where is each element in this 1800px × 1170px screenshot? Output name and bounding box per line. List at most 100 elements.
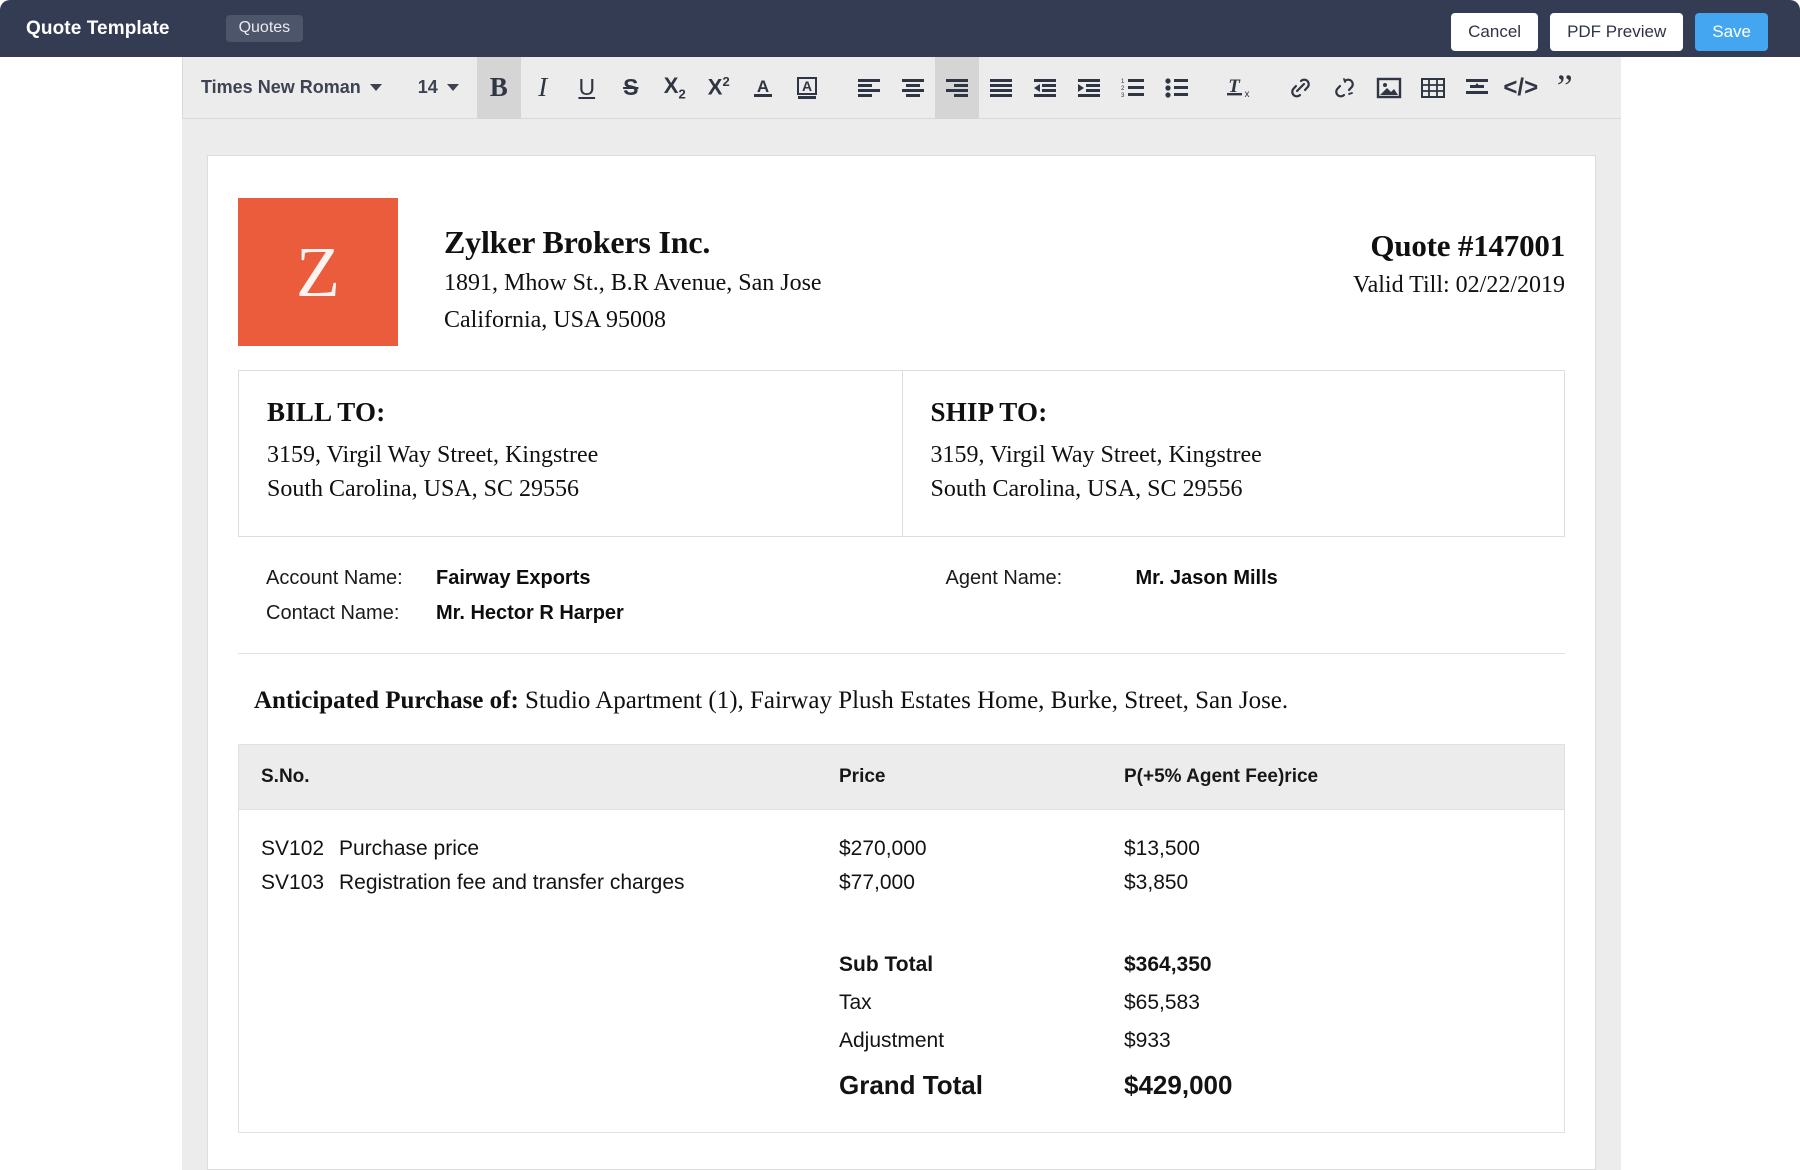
bulleted-list-icon — [1165, 77, 1188, 98]
align-justify-icon — [989, 78, 1012, 97]
contact-name-label: Contact Name: — [266, 602, 400, 625]
strikethrough-button[interactable]: S — [609, 57, 653, 119]
source-code-button[interactable]: </> — [1499, 57, 1543, 119]
save-button[interactable]: Save — [1695, 13, 1768, 51]
subscript-icon: X2 — [663, 73, 686, 102]
quote-icon: ” — [1556, 66, 1573, 107]
party-fields-left: Account Name: Fairway Exports Contact Na… — [238, 567, 902, 625]
bill-to-title: BILL TO: — [267, 397, 386, 427]
company-address-line-1: 1891, Mhow St., B.R Avenue, San Jose — [444, 269, 822, 296]
subscript-button[interactable]: X2 — [653, 57, 697, 119]
font-size-select[interactable]: 14 — [400, 57, 477, 119]
bold-button[interactable]: B — [476, 56, 521, 119]
blockquote-button[interactable]: ” — [1543, 57, 1587, 119]
header-sno: S.No. — [261, 765, 310, 787]
company-address-line-2: California, USA 95008 — [444, 307, 666, 334]
svg-text:A: A — [802, 78, 812, 94]
total-row-adjustment: Adjustment $933 — [239, 1022, 1564, 1060]
agent-name-value: Mr. Jason Mills — [1135, 567, 1278, 590]
numbered-list-button[interactable]: 1 2 3 — [1111, 57, 1155, 119]
chevron-down-icon — [369, 84, 382, 91]
line-height-icon — [1465, 78, 1488, 94]
totals-spacer — [239, 1029, 839, 1053]
module-chip-quotes[interactable]: Quotes — [225, 15, 304, 42]
cell-description: Purchase price — [339, 836, 480, 860]
app-root: Quote Template Quotes Cancel PDF Preview… — [0, 0, 1800, 1170]
font-family-select[interactable]: Times New Roman — [183, 57, 400, 119]
ship-to-line-2: South Carolina, USA, SC 29556 — [930, 476, 1243, 503]
totals-spacer — [239, 953, 839, 977]
insert-link-button[interactable] — [1279, 57, 1323, 119]
bulleted-list-button[interactable] — [1155, 57, 1199, 119]
indent-icon — [1077, 78, 1100, 97]
document-header: Z Zylker Brokers Inc. 1891, Mhow St., B.… — [238, 198, 1565, 346]
align-right-button[interactable] — [934, 56, 979, 119]
company-logo: Z — [238, 198, 398, 346]
indent-button[interactable] — [1067, 57, 1111, 119]
underline-button[interactable]: U — [565, 57, 609, 119]
insert-table-button[interactable] — [1411, 57, 1455, 119]
svg-text:x: x — [1244, 89, 1249, 100]
logo-letter: Z — [296, 232, 340, 312]
underline-icon: U — [578, 74, 596, 100]
svg-text:2: 2 — [1121, 86, 1125, 92]
chevron-down-icon — [446, 84, 459, 91]
items-table: S.No. Price P(+5% Agent Fee)rice SV102 P… — [238, 743, 1565, 1133]
highlight-color-button[interactable]: A — [785, 57, 829, 119]
account-name-label: Account Name: — [266, 567, 403, 590]
anticipated-purchase-label: Anticipated Purchase of: — [254, 687, 519, 715]
align-left-icon — [857, 78, 880, 97]
insert-image-button[interactable] — [1367, 57, 1411, 119]
line-height-button[interactable] — [1455, 57, 1499, 119]
items-table-body: SV102 Purchase price $270,000 $13,500 SV… — [239, 810, 1564, 1132]
italic-icon: I — [538, 72, 548, 102]
total-row-grand-total: Grand Total $429,000 — [239, 1060, 1564, 1108]
header-price: Price — [839, 765, 886, 787]
pdf-preview-button[interactable]: PDF Preview — [1550, 13, 1684, 51]
superscript-button[interactable]: X2 — [697, 57, 741, 119]
align-center-button[interactable] — [891, 57, 935, 119]
sub-total-value: $364,350 — [1124, 952, 1212, 976]
editor-canvas: Z Zylker Brokers Inc. 1891, Mhow St., B.… — [182, 119, 1621, 1170]
header-fee-price: P(+5% Agent Fee)rice — [1124, 765, 1319, 787]
cell-price: $270,000 — [839, 836, 927, 860]
numbered-list-icon: 1 2 3 — [1121, 78, 1144, 98]
clear-formatting-button[interactable]: T x — [1217, 57, 1261, 119]
agent-name-field: Agent Name: Mr. Jason Mills — [946, 567, 1566, 590]
strikethrough-icon: S — [623, 74, 639, 100]
align-center-icon — [901, 78, 924, 97]
sub-total-label: Sub Total — [839, 952, 934, 976]
outdent-button[interactable] — [1023, 57, 1067, 119]
align-justify-button[interactable] — [979, 57, 1023, 119]
text-color-button[interactable]: A — [741, 57, 785, 119]
ship-to-block: SHIP TO: 3159, Virgil Way Street, Kingst… — [901, 371, 1565, 537]
cell-price: $77,000 — [839, 870, 915, 894]
cell-fee-price: $3,850 — [1124, 870, 1189, 894]
items-table-header: S.No. Price P(+5% Agent Fee)rice — [239, 743, 1564, 810]
cell-description: Registration fee and transfer charges — [339, 870, 685, 894]
top-bar: Quote Template Quotes Cancel PDF Preview… — [0, 0, 1800, 57]
party-fields: Account Name: Fairway Exports Contact Na… — [238, 537, 1566, 655]
editor-toolbar: Times New Roman 14 B I U S X2 X2 A A 1 2… — [182, 56, 1621, 119]
outdent-icon — [1033, 78, 1056, 97]
ship-to-title: SHIP TO: — [930, 397, 1048, 427]
align-left-button[interactable] — [847, 57, 891, 119]
tax-value: $65,583 — [1124, 990, 1200, 1014]
total-row-tax: Tax $65,583 — [239, 984, 1564, 1022]
quote-document: Z Zylker Brokers Inc. 1891, Mhow St., B.… — [238, 198, 1565, 1133]
bold-icon: B — [489, 72, 508, 102]
font-size-value: 14 — [417, 77, 438, 97]
image-icon — [1376, 77, 1401, 98]
table-icon — [1420, 77, 1445, 98]
anticipated-purchase: Anticipated Purchase of: Studio Apartmen… — [238, 654, 1565, 744]
quote-document-page[interactable]: Z Zylker Brokers Inc. 1891, Mhow St., B.… — [207, 155, 1596, 1170]
contact-name-value: Mr. Hector R Harper — [436, 602, 624, 625]
cell-sno: SV103 — [261, 870, 325, 894]
font-family-value: Times New Roman — [201, 77, 361, 97]
italic-button[interactable]: I — [521, 57, 565, 119]
bill-to-line-2: South Carolina, USA, SC 29556 — [267, 476, 580, 503]
remove-link-button[interactable] — [1323, 57, 1367, 119]
link-icon — [1290, 78, 1310, 97]
cancel-button[interactable]: Cancel — [1451, 13, 1539, 51]
align-right-icon — [945, 78, 968, 97]
